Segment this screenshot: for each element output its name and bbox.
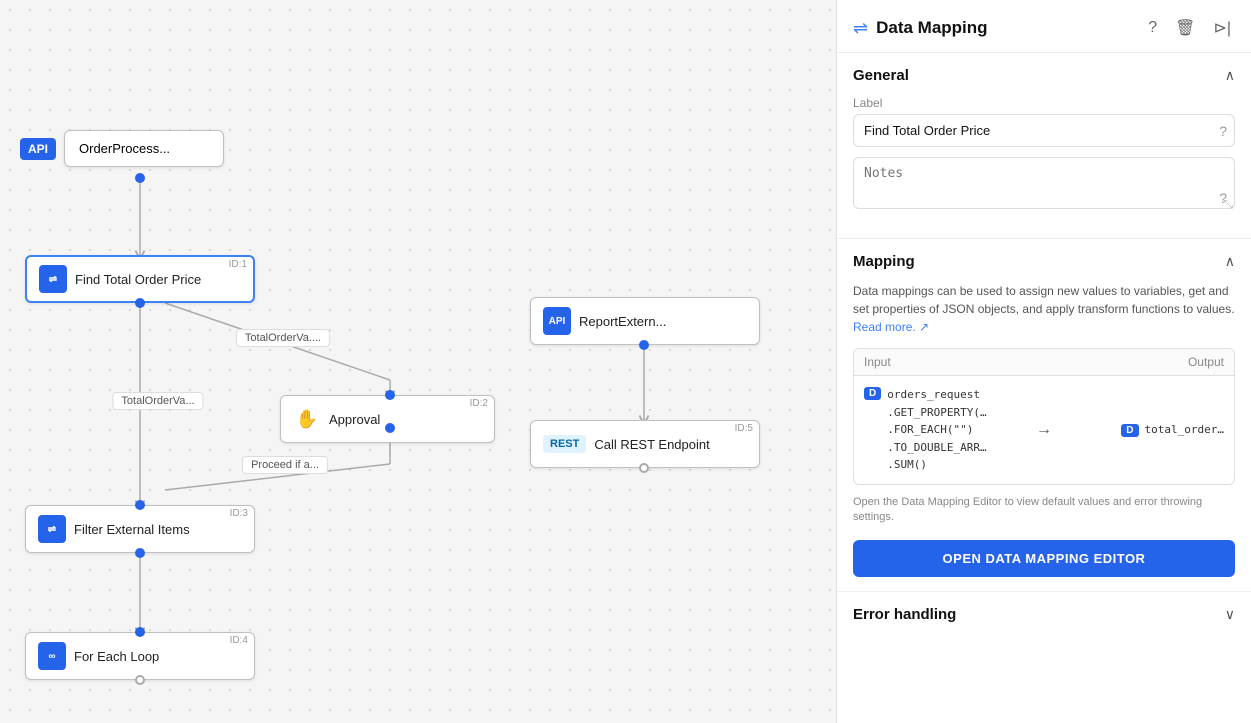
mapping-section-title: Mapping [853,253,915,270]
mapping-section: Mapping ∧ Data mappings can be used to a… [837,239,1251,592]
connector-dot-api [135,173,145,183]
mapping-row: D orders_request .GET_PROPERTY(… .FOR_EA… [854,376,1234,484]
mapping-chevron[interactable]: ∧ [1225,253,1235,270]
find-total-label: Find Total Order Price [75,272,201,287]
error-section-title: Error handling [853,606,956,623]
connector-dot-rest-bot [639,463,649,473]
label-input[interactable] [853,114,1235,147]
help-button[interactable]: ? [1144,17,1161,39]
panel-icon: ⇌ [853,18,868,39]
report-extern-icon: API [543,307,571,335]
connector-dot-report-bot [639,340,649,350]
for-each-icon: ∞ [38,642,66,670]
general-section-header: General ∧ [853,67,1235,84]
panel-title: Data Mapping [876,18,1136,38]
notes-textarea[interactable] [853,157,1235,209]
mapping-footer-text: Open the Data Mapping Editor to view def… [853,495,1235,526]
approval-id: ID:2 [470,398,488,409]
label-field-label: Label [853,96,1235,110]
general-chevron[interactable]: ∧ [1225,67,1235,84]
label-input-wrapper: ? [853,114,1235,147]
input-d-badge: D [864,387,881,400]
connector-dot-approval-top [385,390,395,400]
filter-external-node[interactable]: ID:3 ⇌ Filter External Items [25,505,255,553]
for-each-label: For Each Loop [74,649,159,664]
for-each-node[interactable]: ID:4 ∞ For Each Loop [25,632,255,680]
connector-dot-foreach-bot [135,675,145,685]
call-rest-node[interactable]: ID:5 REST Call REST Endpoint [530,420,760,468]
notes-field-group: ? ⤡ [853,157,1235,214]
connector-dot-foreach-top [135,627,145,637]
general-section: General ∧ Label ? ? ⤡ [837,53,1251,239]
filter-external-id: ID:3 [230,508,248,519]
connector-dot-filter-bot [135,548,145,558]
error-section: Error handling ∨ [837,592,1251,637]
mapping-arrow: → [1036,421,1052,439]
mapping-input-cell: D orders_request .GET_PROPERTY(… .FOR_EA… [864,386,1028,474]
conn-label-proceed: Proceed if a... [242,456,328,474]
general-section-title: General [853,67,909,84]
for-each-id: ID:4 [230,635,248,646]
approval-node[interactable]: ID:2 ✋ Approval [280,395,495,443]
approval-label: Approval [329,412,380,427]
filter-external-icon: ⇌ [38,515,66,543]
filter-external-label: Filter External Items [74,522,190,537]
connectors-svg [0,0,836,723]
col-output-header: Output [1059,355,1224,369]
mapping-table-header: Input Output [854,349,1234,376]
connector-dot-find-total [135,298,145,308]
conn-label-total1: TotalOrderVa.... [236,329,330,347]
mapping-table: Input Output D orders_request .GET_PROPE… [853,348,1235,485]
rest-badge: REST [543,435,586,453]
report-extern-label: ReportExtern... [579,314,666,329]
mapping-input-code: orders_request .GET_PROPERTY(… .FOR_EACH… [887,386,986,474]
call-rest-label: Call REST Endpoint [594,437,709,452]
panel-header-actions: ? 🗑 ⊳| [1144,16,1235,40]
read-more-link[interactable]: Read more. ↗ [853,320,929,334]
api-start-node[interactable]: API OrderProcess... [20,130,224,167]
approval-icon: ✋ [293,405,321,433]
mapping-desc: Data mappings can be used to assign new … [853,282,1235,336]
collapse-button[interactable]: ⊳| [1209,16,1235,40]
mapping-output-cell: D total_order… [1060,423,1224,437]
error-section-header: Error handling ∨ [853,606,1235,623]
open-editor-button[interactable]: OPEN DATA MAPPING EDITOR [853,540,1235,577]
api-badge: API [20,138,56,160]
find-total-icon: ⇌ [39,265,67,293]
panel-header: ⇌ Data Mapping ? 🗑 ⊳| [837,0,1251,53]
mapping-output-text: total_order… [1145,423,1224,436]
connector-dot-approval-bot [385,423,395,433]
workflow-canvas[interactable]: API OrderProcess... ID:1 ⇌ Find Total Or… [0,0,836,723]
connector-dot-filter-top [135,500,145,510]
conn-label-total2: TotalOrderVa... [112,392,203,410]
right-panel: ⇌ Data Mapping ? 🗑 ⊳| General ∧ Label ? … [836,0,1251,723]
label-help-icon[interactable]: ? [1219,123,1227,139]
report-extern-node[interactable]: API ReportExtern... [530,297,760,345]
call-rest-id: ID:5 [735,423,753,434]
find-total-node[interactable]: ID:1 ⇌ Find Total Order Price [25,255,255,303]
mapping-section-header: Mapping ∧ [853,253,1235,270]
col-input-header: Input [864,355,1029,369]
find-total-id: ID:1 [229,259,247,270]
notes-textarea-wrapper: ? ⤡ [853,157,1235,214]
output-d-badge: D [1121,424,1138,437]
error-chevron[interactable]: ∨ [1225,606,1235,623]
col-arrow-header [1029,355,1059,369]
label-field-group: Label ? [853,96,1235,147]
api-start-label: OrderProcess... [64,130,224,167]
resize-handle: ⤡ [1223,197,1233,212]
delete-button[interactable]: 🗑 [1171,16,1199,40]
